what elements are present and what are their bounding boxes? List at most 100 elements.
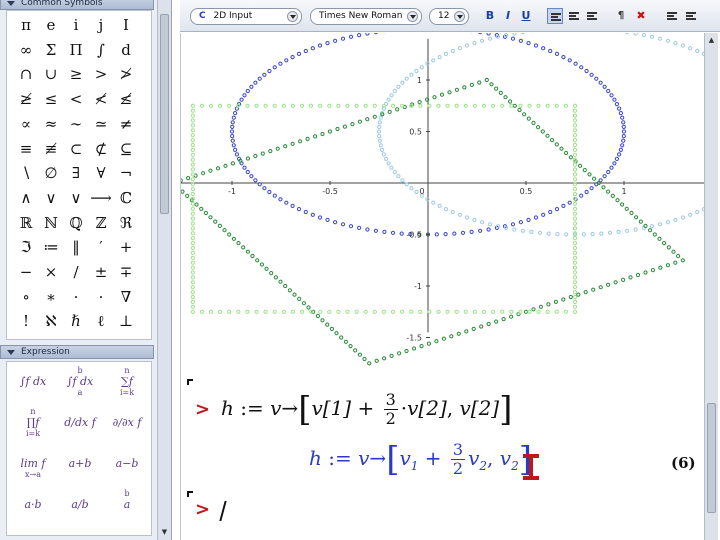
symbol-button[interactable]: + (114, 236, 138, 258)
expression-pderiv-button[interactable]: ∂/∂x f (105, 407, 149, 443)
font-size-select[interactable]: 12 (429, 8, 469, 25)
symbol-button[interactable]: e (39, 14, 63, 36)
symbol-button[interactable]: ≯ (114, 63, 138, 85)
symbol-button[interactable]: ¬ (114, 162, 138, 184)
symbol-button[interactable]: ≈ (39, 113, 63, 135)
remove-format-button[interactable]: ✖ (633, 8, 649, 24)
expression-limit-button[interactable]: lim f x→a (11, 448, 55, 484)
symbol-button[interactable]: ℜ (114, 212, 138, 234)
ltr-button[interactable]: ¶ (613, 8, 629, 24)
align-center-button[interactable] (566, 8, 582, 24)
symbol-button[interactable]: ⊄ (89, 138, 113, 160)
symbol-button[interactable]: / (64, 261, 88, 283)
symbol-button[interactable]: ∪ (39, 63, 63, 85)
chevron-down-icon[interactable] (454, 11, 465, 22)
symbol-button[interactable]: ℤ (89, 212, 113, 234)
symbol-button[interactable]: · (89, 286, 113, 308)
symbol-button[interactable]: ⟶ (89, 187, 113, 209)
symbol-button[interactable]: ℓ (89, 310, 113, 332)
chevron-down-icon[interactable] (287, 11, 298, 22)
collapse-triangle-icon[interactable] (7, 350, 15, 355)
palette-scroll-thumb[interactable] (160, 14, 169, 214)
symbol-button[interactable]: ⊂ (64, 138, 88, 160)
expression-int-def-button[interactable]: b ∫f dx a (58, 366, 102, 402)
expression-power-button[interactable]: ba (105, 489, 149, 525)
symbol-button[interactable]: ≰ (114, 88, 138, 110)
symbol-button[interactable]: i (64, 14, 88, 36)
symbol-button[interactable]: ∃ (64, 162, 88, 184)
symbol-button[interactable]: ℕ (39, 212, 63, 234)
symbol-button[interactable]: ∀ (89, 162, 113, 184)
symbol-button[interactable]: ℂ (114, 187, 138, 209)
symbol-button[interactable]: ≥ (64, 63, 88, 85)
symbol-button[interactable]: − (14, 261, 38, 283)
symbol-button[interactable]: ‖ (64, 236, 88, 258)
symbol-button[interactable]: ≃ (89, 113, 113, 135)
expression-deriv-button[interactable]: d/dx f (58, 407, 102, 443)
symbol-button[interactable]: ∩ (14, 63, 38, 85)
symbol-button[interactable]: ⊥ (114, 310, 138, 332)
symbol-button[interactable]: ≮ (89, 88, 113, 110)
symbol-button[interactable]: ∫ (89, 39, 113, 61)
collapse-triangle-icon[interactable] (7, 1, 15, 6)
symbol-button[interactable]: × (39, 261, 63, 283)
expression-header[interactable]: Expression (0, 345, 154, 359)
worksheet-scrollbar[interactable]: ▲ (704, 33, 718, 540)
numbered-list-button[interactable] (683, 8, 699, 24)
symbol-button[interactable]: ∗ (39, 286, 63, 308)
scroll-down-icon[interactable]: ▼ (159, 527, 170, 538)
symbol-button[interactable]: · (64, 286, 88, 308)
worksheet-scroll-thumb[interactable] (707, 403, 716, 513)
expression-minus-button[interactable]: a−b (105, 448, 149, 484)
symbol-button[interactable]: ∝ (14, 113, 38, 135)
symbol-button[interactable]: ℏ (64, 310, 88, 332)
symbol-button[interactable]: > (89, 63, 113, 85)
symbol-button[interactable]: Σ (39, 39, 63, 61)
symbol-button[interactable]: π (14, 14, 38, 36)
symbol-button[interactable]: ∞ (14, 39, 38, 61)
symbol-button[interactable]: ∘ (14, 286, 38, 308)
plot-area[interactable]: -1 -0.5 0 0.5 1 1 0.5 -0.5 -1 -1.5 (181, 33, 705, 378)
symbol-button[interactable]: ≱ (14, 88, 38, 110)
bold-button[interactable]: B (482, 8, 498, 24)
symbol-button[interactable]: < (64, 88, 88, 110)
symbol-button[interactable]: ∖ (14, 162, 38, 184)
italic-button[interactable]: I (500, 8, 516, 24)
symbol-button[interactable]: ℚ (64, 212, 88, 234)
expression-int-indef-button[interactable]: ∫f dx (11, 366, 55, 402)
font-family-select[interactable]: Times New Roman (310, 8, 422, 25)
symbol-button[interactable]: ∅ (39, 162, 63, 184)
symbol-button[interactable]: I (114, 14, 138, 36)
symbol-button[interactable]: ∧ (14, 187, 38, 209)
underline-button[interactable]: U (518, 8, 534, 24)
scroll-up-icon[interactable]: ▲ (706, 35, 717, 46)
expression-divide-button[interactable]: a/b (58, 489, 102, 525)
expression-prod-button[interactable]: n ∏f i=k (11, 407, 55, 443)
chevron-down-icon[interactable] (407, 11, 418, 22)
input-mode-select[interactable]: C 2D Input (190, 8, 302, 25)
symbol-button[interactable]: ⊆ (114, 138, 138, 160)
symbol-button[interactable]: ∼ (64, 113, 88, 135)
input-expression[interactable]: h := v→[v[1] + 3 2 ·v[2], v[2]] (221, 391, 512, 428)
symbol-button[interactable]: ℝ (14, 212, 38, 234)
expression-plus-button[interactable]: a+b (58, 448, 102, 484)
symbol-button[interactable]: ∨ (39, 187, 63, 209)
symbol-button[interactable]: ℵ (39, 310, 63, 332)
symbol-button[interactable]: ∨ (64, 187, 88, 209)
expression-times-button[interactable]: a·b (11, 489, 55, 525)
align-right-button[interactable] (584, 8, 600, 24)
symbol-button[interactable]: ℑ (14, 236, 38, 258)
expression-sum-button[interactable]: n ∑f i=k (105, 366, 149, 402)
symbol-button[interactable]: j (89, 14, 113, 36)
symbol-button[interactable]: Π (64, 39, 88, 61)
worksheet[interactable]: -1 -0.5 0 0.5 1 1 0.5 -0.5 -1 -1.5 > h := v→[v[1]… (180, 33, 705, 540)
symbol-button[interactable]: ≠ (114, 113, 138, 135)
symbol-button[interactable]: ± (89, 261, 113, 283)
symbol-button[interactable]: ≤ (39, 88, 63, 110)
symbol-button[interactable]: ! (14, 310, 38, 332)
symbol-button[interactable]: ≔ (39, 236, 63, 258)
symbol-button[interactable]: ≡ (14, 138, 38, 160)
symbol-button[interactable]: ≢ (39, 138, 63, 160)
common-symbols-header[interactable]: Common Symbols (0, 0, 154, 10)
palette-scrollbar[interactable]: ▼ (157, 0, 171, 540)
